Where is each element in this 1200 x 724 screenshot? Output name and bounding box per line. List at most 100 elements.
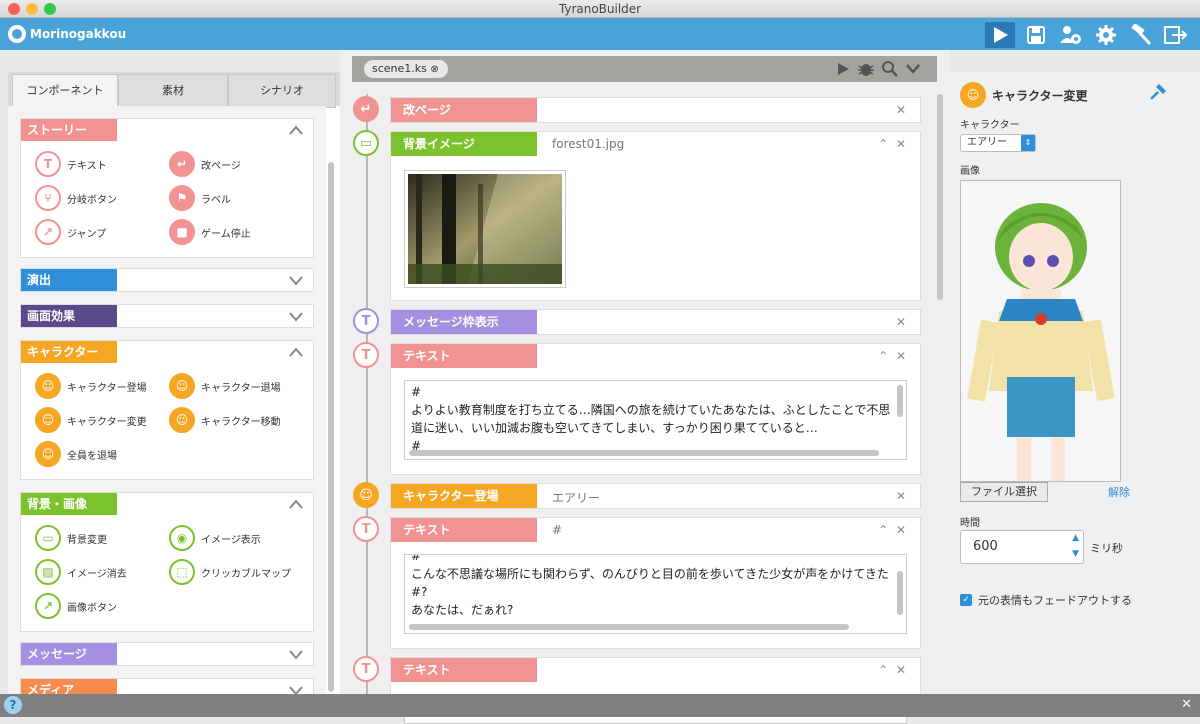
timeline-line [366, 94, 368, 694]
settings-button[interactable] [1091, 22, 1121, 48]
release-link[interactable]: 解除 [1108, 484, 1130, 500]
tab-scenario[interactable]: シナリオ [228, 74, 336, 108]
delete-event-icon[interactable]: ✕ [896, 103, 906, 117]
time-unit: ミリ秒 [1090, 542, 1123, 555]
category-header[interactable]: キャラクター [21, 341, 313, 363]
component-game-stop[interactable]: ■ ゲーム停止 [169, 219, 251, 245]
text-hscrollbar[interactable] [409, 450, 879, 456]
file-select-button[interactable]: ファイル選択 [960, 482, 1048, 502]
component-image-hide[interactable]: ▨ イメージ消去 [35, 559, 127, 585]
event-controls[interactable]: ⌃ ✕ [878, 137, 906, 151]
component-branch-button[interactable]: ⑂ 分岐ボタン [35, 185, 117, 211]
component-clickable-map[interactable]: ⬚ クリッカブルマップ [169, 559, 291, 585]
tab-materials[interactable]: 素材 [118, 74, 228, 108]
category-header[interactable]: ストーリー [21, 119, 313, 141]
tab-components[interactable]: コンポーネント [12, 74, 118, 108]
minimize-window-button[interactable] [26, 3, 38, 15]
page-break-icon: ↵ [353, 96, 379, 122]
event-character-enter[interactable]: ☺ キャラクター登場 エアリー ✕ [353, 482, 921, 509]
component-text[interactable]: T テキスト [35, 151, 107, 177]
chevron-up-icon[interactable] [289, 346, 303, 358]
delete-event-icon[interactable]: ✕ [896, 663, 906, 677]
component-jump[interactable]: ↗ ジャンプ [35, 219, 106, 245]
text-editor[interactable]: # よりよい教育制度を打ち立てる…隣国への旅を続けていたあなたは、ふとしたことで… [404, 380, 907, 460]
delete-event-icon[interactable]: ✕ [896, 523, 906, 537]
event-controls[interactable]: ⌃ ✕ [878, 663, 906, 677]
close-tab-icon[interactable]: ⊗ [430, 64, 438, 75]
decrement-icon[interactable]: ▼ [1072, 549, 1079, 559]
event-label: テキスト [391, 344, 537, 368]
preview-play-icon[interactable] [836, 62, 850, 76]
debug-bug-icon[interactable] [857, 60, 875, 78]
collapse-icon[interactable]: ⌃ [878, 523, 888, 537]
component-page-break[interactable]: ↵ 改ページ [169, 151, 241, 177]
chevron-down-icon[interactable] [289, 310, 303, 322]
collapse-icon[interactable]: ⌃ [878, 349, 888, 363]
save-button[interactable] [1021, 22, 1051, 48]
chevron-down-icon[interactable] [906, 63, 920, 75]
delete-event-icon[interactable]: ✕ [896, 349, 906, 363]
project-brand[interactable]: Morinogakkou [8, 24, 126, 44]
delete-event-icon[interactable]: ✕ [896, 489, 906, 503]
component-character-move[interactable]: ☺ キャラクター移動 [169, 407, 281, 433]
character-label: キャラクター [960, 120, 1020, 131]
category-header[interactable]: 演出 [21, 269, 313, 291]
search-icon[interactable] [882, 61, 898, 77]
component-all-exit[interactable]: ☺ 全員を退場 [35, 441, 117, 467]
close-icon[interactable]: ✕ [1181, 697, 1192, 712]
chevron-down-icon[interactable] [289, 274, 303, 286]
category-header[interactable]: 背景・画像 [21, 493, 313, 515]
play-button[interactable] [985, 22, 1015, 48]
fade-checkbox[interactable]: ✓ [960, 594, 972, 606]
event-text[interactable]: T テキスト # ⌃ ✕ # こんな不思議な場所にも関わらず、のんびりと目の前を… [353, 516, 921, 649]
category-header[interactable]: 画面効果 [21, 305, 313, 327]
component-image-button[interactable]: ↗ 画像ボタン [35, 593, 117, 619]
component-character-enter[interactable]: ☺ キャラクター登場 [35, 373, 147, 399]
collapse-icon[interactable]: ⌃ [878, 137, 888, 151]
category-story: ストーリー T テキスト ↵ 改ページ ⑂ 分岐ボタン ⚑ ラベル ↗ ジャンプ ■ ゲーム… [20, 118, 314, 258]
text-editor[interactable]: # こんな不思議な場所にも関わらず、のんびりと目の前を歩いてきた少女が声をかけて… [404, 554, 907, 634]
build-button[interactable] [1126, 22, 1156, 48]
pin-icon[interactable] [1148, 82, 1168, 102]
delete-event-icon[interactable]: ✕ [896, 137, 906, 151]
component-character-exit[interactable]: ☺ キャラクター退場 [169, 373, 281, 399]
category-media: メディア [20, 678, 314, 694]
chevron-down-icon[interactable] [289, 684, 303, 694]
category-character: キャラクター ☺ キャラクター登場 ☺ キャラクター退場 ☺ キャラクター変更 ☺ キャ… [20, 340, 314, 480]
event-background-image[interactable]: ▭ 背景イメージ forest01.jpg ⌃ ✕ [353, 130, 921, 301]
text-hscrollbar[interactable] [409, 624, 849, 630]
collapse-icon[interactable]: ⌃ [878, 663, 888, 677]
editor-scrollbar[interactable] [937, 94, 943, 300]
component-character-change[interactable]: ☺ キャラクター変更 [35, 407, 147, 433]
export-button[interactable] [1161, 22, 1191, 48]
fade-label: 元の表情もフェードアウトする [978, 594, 1132, 607]
component-label[interactable]: ⚑ ラベル [169, 185, 231, 211]
scene-tab[interactable]: scene1.ks ⊗ [364, 60, 448, 78]
event-text[interactable]: T テキスト ⌃ ✕ # よりよい教育制度を打ち立てる…隣国への旅を続けていたあ… [353, 342, 921, 475]
help-icon[interactable]: ? [4, 696, 22, 714]
character-select[interactable]: エアリー ⇕ [960, 134, 1036, 152]
chevron-up-icon[interactable] [289, 498, 303, 510]
category-header[interactable]: メッセージ [21, 643, 313, 665]
maximize-window-button[interactable] [44, 3, 56, 15]
event-controls[interactable]: ⌃ ✕ [878, 523, 906, 537]
chevron-up-icon[interactable] [289, 124, 303, 136]
image-label: 画像 [960, 166, 980, 177]
increment-icon[interactable]: ▲ [1072, 533, 1079, 543]
delete-event-icon[interactable]: ✕ [896, 315, 906, 329]
event-page-break[interactable]: ↵ 改ページ ✕ [353, 96, 921, 123]
character-settings-button[interactable] [1056, 22, 1086, 48]
event-controls[interactable]: ⌃ ✕ [878, 349, 906, 363]
text-vscrollbar[interactable] [897, 571, 903, 615]
text-icon: T [353, 656, 379, 682]
text-vscrollbar[interactable] [897, 385, 903, 417]
fade-option[interactable]: ✓ 元の表情もフェードアウトする [960, 592, 1132, 608]
component-background-change[interactable]: ▭ 背景変更 [35, 525, 107, 551]
component-image-show[interactable]: ◉ イメージ表示 [169, 525, 261, 551]
left-scrollbar[interactable] [328, 162, 334, 692]
event-message-window-show[interactable]: T メッセージ枠表示 ✕ [353, 308, 921, 335]
chevron-down-icon[interactable] [289, 648, 303, 660]
close-window-button[interactable] [8, 3, 20, 15]
category-header[interactable]: メディア [21, 679, 313, 694]
time-input[interactable]: 600 ▲ ▼ [960, 530, 1084, 564]
